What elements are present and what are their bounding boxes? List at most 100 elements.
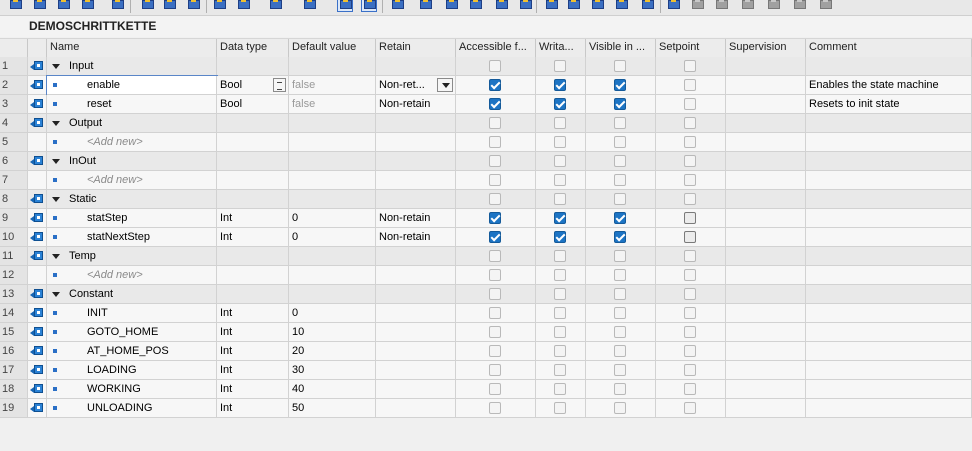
reset-values-icon[interactable] xyxy=(162,0,176,11)
writable-checkbox[interactable] xyxy=(554,174,566,186)
header-setpoint[interactable]: Setpoint xyxy=(656,39,726,57)
accessible-checkbox-cell[interactable] xyxy=(456,76,536,95)
default-value-cell[interactable] xyxy=(289,133,376,152)
default-value-cell[interactable] xyxy=(289,152,376,171)
header-name[interactable]: Name xyxy=(47,39,217,57)
accessible-checkbox-cell[interactable] xyxy=(456,171,536,190)
writable-checkbox-cell[interactable] xyxy=(536,114,586,133)
block-dropdown-icon[interactable] xyxy=(236,0,250,11)
header-writable[interactable]: Writa... xyxy=(536,39,586,57)
data-type-picker-button[interactable] xyxy=(273,78,286,92)
accessible-checkbox-cell[interactable] xyxy=(456,247,536,266)
split-icon[interactable] xyxy=(566,0,580,11)
comment-cell[interactable] xyxy=(806,380,972,399)
accessible-checkbox-cell[interactable] xyxy=(456,304,536,323)
indent-left-icon[interactable] xyxy=(614,0,628,11)
snapshot-icon[interactable] xyxy=(518,0,532,11)
expand-collapse-icon[interactable] xyxy=(52,197,60,202)
setpoint-checkbox[interactable] xyxy=(684,326,696,338)
default-value-cell[interactable]: 50 xyxy=(289,399,376,418)
name-cell[interactable]: statNextStep xyxy=(47,228,217,247)
prev-icon[interactable] xyxy=(766,0,780,11)
table-row[interactable]: 13 Constant xyxy=(0,285,972,304)
visible-checkbox-cell[interactable] xyxy=(586,76,656,95)
writable-checkbox[interactable] xyxy=(554,193,566,205)
up-icon[interactable] xyxy=(690,0,704,11)
writable-checkbox[interactable] xyxy=(554,79,566,91)
comment-cell[interactable] xyxy=(806,342,972,361)
accessible-checkbox-cell[interactable] xyxy=(456,342,536,361)
default-value-cell[interactable]: 0 xyxy=(289,304,376,323)
accessible-checkbox-cell[interactable] xyxy=(456,57,536,76)
visible-checkbox[interactable] xyxy=(614,364,626,376)
outdent-icon[interactable] xyxy=(640,0,654,11)
comment-cell[interactable] xyxy=(806,209,972,228)
table-row[interactable]: 17 LOADING Int 30 xyxy=(0,361,972,380)
retain-cell[interactable] xyxy=(376,285,456,304)
view-selected-icon[interactable] xyxy=(361,0,377,12)
default-value-cell[interactable]: false xyxy=(289,76,376,95)
name-cell[interactable]: enable xyxy=(46,75,218,96)
writable-checkbox-cell[interactable] xyxy=(536,304,586,323)
setpoint-checkbox[interactable] xyxy=(684,288,696,300)
accessible-checkbox-cell[interactable] xyxy=(456,114,536,133)
writable-checkbox-cell[interactable] xyxy=(536,266,586,285)
supervision-cell[interactable] xyxy=(726,171,806,190)
accessible-checkbox[interactable] xyxy=(489,402,501,414)
data-type-cell[interactable] xyxy=(217,57,289,76)
load-start-icon[interactable] xyxy=(544,0,558,11)
table-row[interactable]: 19 UNLOADING Int 50 xyxy=(0,399,972,418)
writable-checkbox-cell[interactable] xyxy=(536,190,586,209)
setpoint-checkbox-cell[interactable] xyxy=(656,380,726,399)
data-type-cell[interactable]: Bool xyxy=(217,95,289,114)
table-row[interactable]: 9 statStep Int 0 Non-retain xyxy=(0,209,972,228)
header-default-value[interactable]: Default value xyxy=(289,39,376,57)
setpoint-checkbox[interactable] xyxy=(684,117,696,129)
table-row[interactable]: 7 <Add new> xyxy=(0,171,972,190)
visible-checkbox-cell[interactable] xyxy=(586,304,656,323)
table-row[interactable]: 16 AT_HOME_POS Int 20 xyxy=(0,342,972,361)
writable-checkbox[interactable] xyxy=(554,288,566,300)
accessible-checkbox-cell[interactable] xyxy=(456,399,536,418)
accessible-checkbox[interactable] xyxy=(489,250,501,262)
supervision-cell[interactable] xyxy=(726,228,806,247)
accessible-checkbox[interactable] xyxy=(489,117,501,129)
visible-checkbox[interactable] xyxy=(614,326,626,338)
accessible-checkbox[interactable] xyxy=(489,193,501,205)
setpoint-checkbox-cell[interactable] xyxy=(656,95,726,114)
block-type-dropdown-icon[interactable] xyxy=(268,0,282,11)
name-cell[interactable]: <Add new> xyxy=(47,266,217,285)
retain-cell[interactable] xyxy=(376,57,456,76)
default-value-cell[interactable]: false xyxy=(289,95,376,114)
name-cell[interactable]: <Add new> xyxy=(47,171,217,190)
header-accessible[interactable]: Accessible f... xyxy=(456,39,536,57)
retain-dropdown-button[interactable] xyxy=(437,78,453,92)
writable-checkbox[interactable] xyxy=(554,326,566,338)
default-value-cell[interactable]: 0 xyxy=(289,209,376,228)
default-value-cell[interactable]: 20 xyxy=(289,342,376,361)
visible-checkbox[interactable] xyxy=(614,79,626,91)
default-value-cell[interactable] xyxy=(289,57,376,76)
setpoint-checkbox[interactable] xyxy=(684,193,696,205)
supervision-cell[interactable] xyxy=(726,266,806,285)
default-value-cell[interactable] xyxy=(289,190,376,209)
accessible-checkbox[interactable] xyxy=(489,98,501,110)
setpoint-checkbox-cell[interactable] xyxy=(656,247,726,266)
expand-collapse-icon[interactable] xyxy=(52,121,60,126)
supervision-cell[interactable] xyxy=(726,342,806,361)
block-view-dropdown-icon[interactable] xyxy=(302,0,316,11)
data-type-cell[interactable]: Int xyxy=(217,323,289,342)
accessible-checkbox[interactable] xyxy=(489,174,501,186)
default-value-cell[interactable]: 10 xyxy=(289,323,376,342)
compile-icon[interactable] xyxy=(418,0,432,11)
visible-checkbox-cell[interactable] xyxy=(586,171,656,190)
accessible-checkbox[interactable] xyxy=(489,364,501,376)
data-type-cell[interactable] xyxy=(217,285,289,304)
writable-checkbox-cell[interactable] xyxy=(536,209,586,228)
retain-cell[interactable] xyxy=(376,342,456,361)
data-type-cell[interactable] xyxy=(217,247,289,266)
visible-checkbox-cell[interactable] xyxy=(586,152,656,171)
table-row[interactable]: 5 <Add new> xyxy=(0,133,972,152)
retain-cell[interactable] xyxy=(376,361,456,380)
writable-checkbox-cell[interactable] xyxy=(536,342,586,361)
